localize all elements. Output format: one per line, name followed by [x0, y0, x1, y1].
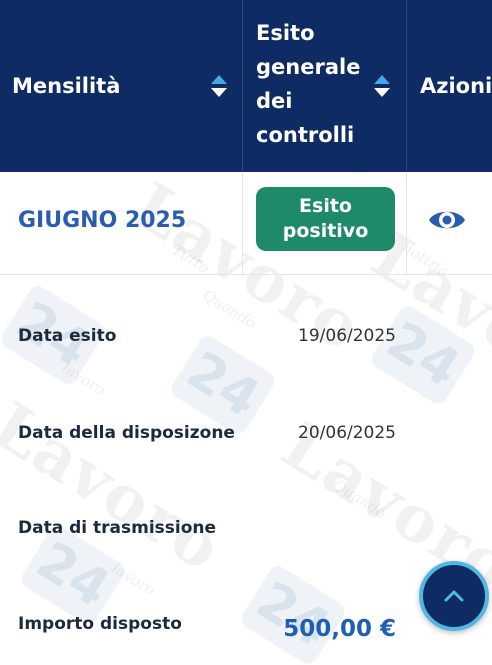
amount-value: 500,00 € [283, 616, 396, 642]
watermark-tagline: Quando [329, 475, 390, 523]
watermark-badge: 24 [237, 562, 349, 665]
column-header-outcome-line: dei [256, 89, 293, 113]
watermark-tagline: Quando [199, 285, 260, 333]
watermark-badge: 24 [167, 332, 279, 438]
column-header-outcome-line: controlli [256, 123, 355, 147]
sort-icon[interactable] [211, 75, 227, 97]
column-header-outcome[interactable]: Esito generale dei controlli [243, 0, 407, 172]
detail-label: Data di trasmissione [18, 518, 217, 538]
scroll-to-top-button[interactable] [419, 561, 489, 631]
status-badge: Esito positivo [256, 187, 395, 251]
month-label: GIUGNO 2025 [18, 208, 187, 233]
detail-value: 20/06/2025 [298, 423, 396, 443]
detail-label: Data esito [18, 326, 117, 346]
watermark-tagline: lavoro [108, 558, 159, 600]
column-header-month[interactable]: Mensilità [0, 0, 243, 172]
column-header-month-label: Mensilità [12, 74, 121, 98]
detail-value: 19/06/2025 [298, 326, 396, 346]
table-header: Mensilità Esito generale dei controlli A… [0, 0, 492, 172]
watermark-tagline: lavoro [58, 358, 109, 400]
detail-label: Data della disposizone [18, 423, 235, 443]
status-badge-line: Esito [299, 195, 352, 217]
column-header-actions-label: Azioni [420, 74, 492, 98]
eye-icon[interactable] [428, 205, 466, 235]
sort-icon[interactable] [374, 75, 390, 97]
column-header-actions: Azioni [407, 0, 492, 172]
column-header-outcome-line: Esito [256, 21, 315, 45]
watermark-brand: Lavoro [0, 388, 236, 587]
column-header-outcome-line: generale [256, 55, 361, 79]
detail-label: Importo disposto [18, 614, 182, 634]
watermark-badge: 24 [17, 522, 129, 628]
watermark-badge: 24 [367, 302, 479, 408]
status-badge-line: positivo [282, 220, 369, 242]
chevron-up-icon [444, 590, 464, 602]
cell-month: GIUGNO 2025 [0, 172, 243, 274]
table-row: GIUGNO 2025 [0, 172, 492, 275]
